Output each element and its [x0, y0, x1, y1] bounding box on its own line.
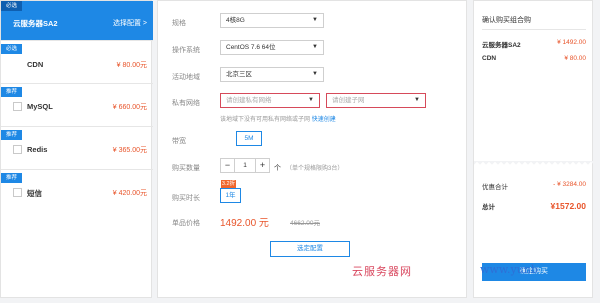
duration-option[interactable]: 1年 — [220, 188, 241, 203]
required-tag: 必选 — [1, 44, 23, 54]
original-price: 4662.00元 — [290, 220, 320, 227]
select-config-link[interactable]: 选择配置 > — [113, 18, 147, 28]
quick-create-link[interactable]: 快速创建 — [312, 117, 336, 123]
unit-price-label: 单品价格 — [172, 220, 200, 227]
quantity-unit: 个 — [274, 165, 281, 172]
summary-item: 云服务器SA2 ¥ 1492.00 — [482, 39, 586, 49]
dropdown-caret-icon: ▼ — [312, 17, 318, 23]
discount-total-value: - ¥ 3284.00 — [553, 181, 586, 188]
summary-item-price: ¥ 80.00 — [564, 55, 586, 62]
dropdown-caret-icon: ▼ — [312, 44, 318, 50]
region-select[interactable]: 北京三区 ▼ — [220, 67, 324, 82]
summary-item-name: CDN — [482, 55, 497, 62]
dropdown-caret-icon: ▼ — [312, 71, 318, 77]
recommend-tag: 推荐 — [1, 87, 23, 97]
summary-title: 确认购买组合购 — [482, 17, 531, 24]
product-checkbox[interactable] — [13, 188, 22, 197]
vpc-placeholder: 请创建私有网络 — [226, 97, 272, 104]
summary-divider — [482, 29, 586, 30]
product-item-cdn[interactable]: 必选 CDN ¥ 80.00元 — [1, 44, 153, 84]
subnet-placeholder: 请创建子网 — [332, 97, 365, 104]
vpc-hint-text: 该地域下没有可用私有网络或子网 — [220, 117, 311, 123]
recommend-tag: 推荐 — [1, 130, 23, 140]
os-label: 操作系统 — [172, 47, 200, 54]
summary-item: CDN ¥ 80.00 — [482, 55, 586, 62]
quantity-label: 购买数量 — [172, 165, 200, 172]
config-panel: 规格 4核8G ▼ 操作系统 CentOS 7.6 64位 ▼ 活动地域 北京三… — [157, 0, 467, 298]
watermark-url: www.yunb — [480, 263, 538, 276]
region-value: 北京三区 — [226, 71, 252, 78]
unit-price: 1492.00 元 — [220, 218, 269, 229]
product-price: ¥ 365.00元 — [112, 147, 147, 154]
subnet-select[interactable]: 请创建子网 ▼ — [326, 93, 426, 108]
product-price: ¥ 660.00元 — [112, 104, 147, 111]
product-name: 云服务器SA2 — [13, 19, 58, 28]
quantity-note: （单个规格限购3台） — [286, 166, 344, 172]
product-price: ¥ 420.00元 — [112, 190, 147, 197]
product-name: MySQL — [27, 102, 53, 111]
required-tag: 必选 — [1, 1, 23, 11]
discount-total: 优惠合计 - ¥ 3284.00 — [482, 181, 586, 191]
confirm-config-button[interactable]: 选定配置 — [270, 241, 350, 257]
product-name: Redis — [27, 145, 48, 154]
product-item-mysql[interactable]: 推荐 MySQL ¥ 660.00元 — [1, 87, 153, 127]
spec-select[interactable]: 4核8G ▼ — [220, 13, 324, 28]
product-item-sms[interactable]: 推荐 短信 ¥ 420.00元 — [1, 173, 153, 213]
duration-label: 购买时长 — [172, 195, 200, 202]
vpc-hint: 该地域下没有可用私有网络或子网 快速创建 — [220, 114, 336, 123]
product-name: CDN — [27, 60, 44, 69]
discount-total-label: 优惠合计 — [482, 184, 508, 191]
product-checkbox[interactable] — [13, 145, 22, 154]
watermark-text: 云服务器网 — [352, 265, 412, 278]
summary-item-name: 云服务器SA2 — [482, 42, 521, 49]
grand-total-value: ¥1572.00 — [550, 201, 586, 211]
product-price: ¥ 80.00元 — [116, 62, 147, 69]
os-select[interactable]: CentOS 7.6 64位 ▼ — [220, 40, 324, 55]
dropdown-caret-icon: ▼ — [414, 97, 420, 103]
dropdown-caret-icon: ▼ — [308, 97, 314, 103]
grand-total-label: 总计 — [482, 204, 495, 211]
grand-total: 总计 ¥1572.00 — [482, 201, 586, 211]
spec-value: 4核8G — [226, 17, 245, 24]
product-item-redis[interactable]: 推荐 Redis ¥ 365.00元 — [1, 130, 153, 170]
product-list: 必选 云服务器SA2 选择配置 > 必选 CDN ¥ 80.00元 推荐 MyS… — [0, 0, 153, 298]
quantity-plus-button[interactable]: + — [255, 158, 270, 173]
bandwidth-label: 带宽 — [172, 138, 186, 145]
receipt-edge — [474, 161, 594, 167]
vpc-select[interactable]: 请创建私有网络 ▼ — [220, 93, 320, 108]
vpc-label: 私有网络 — [172, 100, 200, 107]
recommend-tag: 推荐 — [1, 173, 23, 183]
product-item-server[interactable]: 必选 云服务器SA2 选择配置 > — [1, 1, 153, 41]
product-checkbox[interactable] — [13, 102, 22, 111]
spec-label: 规格 — [172, 20, 186, 27]
order-summary: 确认购买组合购 云服务器SA2 ¥ 1492.00 CDN ¥ 80.00 优惠… — [473, 0, 594, 298]
region-label: 活动地域 — [172, 74, 200, 81]
bandwidth-option[interactable]: 5M — [236, 131, 262, 146]
product-name: 短信 — [27, 189, 42, 198]
os-value: CentOS 7.6 64位 — [226, 44, 276, 51]
summary-item-price: ¥ 1492.00 — [557, 39, 586, 46]
quantity-minus-button[interactable]: − — [220, 158, 235, 173]
quantity-input[interactable]: 1 — [234, 158, 256, 173]
